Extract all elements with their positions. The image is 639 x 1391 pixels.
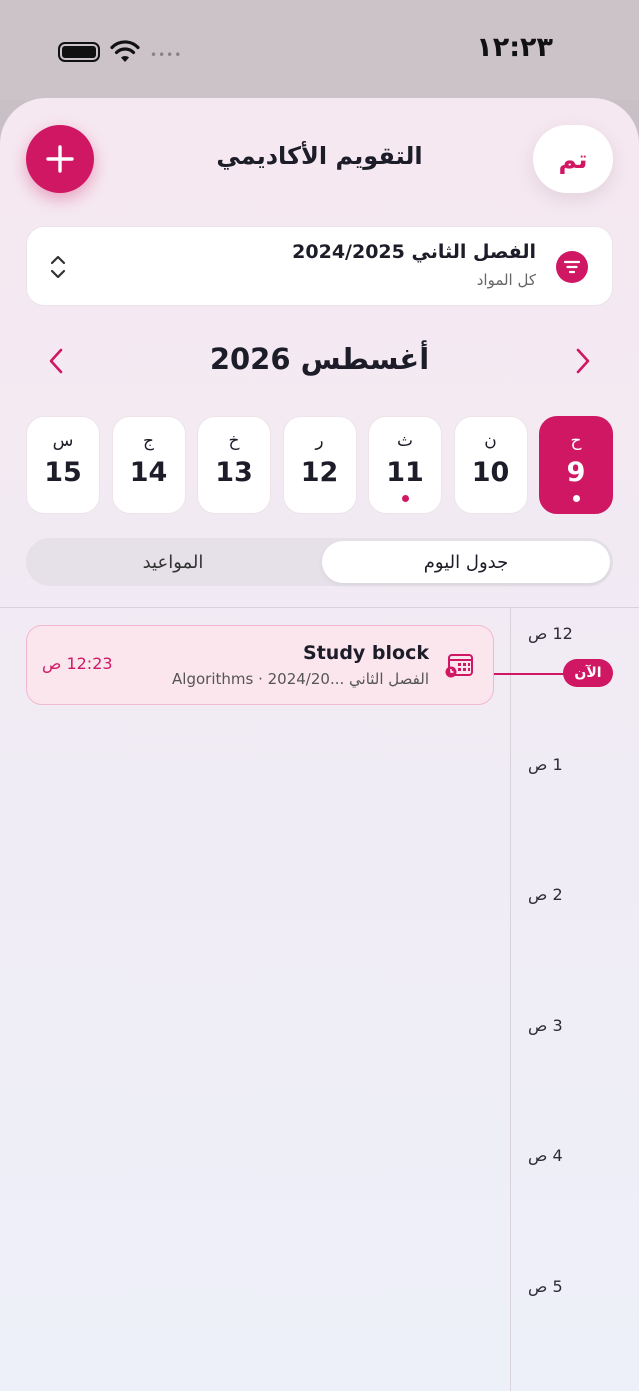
now-indicator-line	[494, 673, 568, 675]
hour-label: 12 ص	[528, 624, 573, 643]
day-number: 9	[566, 457, 586, 488]
timeline-hour-divider	[510, 607, 511, 1391]
day-name: س	[52, 431, 74, 451]
day-name: ث	[396, 431, 413, 451]
hour-label: 1 ص	[528, 754, 563, 774]
hour-label: 3 ص	[528, 1015, 563, 1035]
battery-icon	[58, 42, 100, 62]
day-name: ح	[570, 431, 582, 451]
now-badge: الآن	[563, 659, 613, 687]
semester-picker[interactable]: الفصل الثاني 2024/2025 كل المواد	[26, 226, 613, 306]
event-dot	[402, 495, 409, 502]
cellular-signal-icon: ••••	[150, 48, 183, 62]
day-cell-12[interactable]: ر 12	[282, 416, 357, 514]
hour-label: 5 ص	[528, 1276, 563, 1296]
status-bar: •••• ١٢:٢٣	[0, 0, 639, 100]
month-title: أغسطس 2026	[209, 342, 430, 376]
calendar-sheet: التقويم الأكاديمي تم الفصل الثاني 2024/2…	[0, 98, 639, 1391]
day-number: 14	[129, 457, 168, 488]
day-number: 12	[300, 457, 339, 488]
day-number: 13	[215, 457, 253, 488]
day-name: ر	[315, 431, 324, 451]
day-name: خ	[228, 431, 240, 451]
week-strip: ح 9 ن 10 ث 11 ر 12 خ 13 ج 14 س 15	[26, 416, 613, 514]
day-number: 10	[471, 457, 510, 488]
event-time: 12:23 ص	[42, 654, 113, 673]
timeline-top-divider	[0, 607, 639, 608]
day-cell-15[interactable]: س 15	[26, 416, 100, 514]
semester-subtitle: كل المواد	[476, 271, 536, 289]
day-cell-11[interactable]: ث 11	[368, 416, 442, 514]
calendar-clock-icon	[445, 654, 473, 678]
chevron-up-down-icon	[50, 255, 66, 279]
event-dot	[573, 495, 580, 502]
event-card-study-block[interactable]: Study block الفصل الثاني ...2024/20 · Al…	[26, 625, 494, 705]
tab-today-schedule[interactable]: جدول اليوم	[322, 541, 610, 583]
day-cell-14[interactable]: ج 14	[111, 416, 186, 514]
done-button[interactable]: تم	[533, 125, 613, 193]
day-number: 11	[386, 457, 424, 488]
day-cell-9[interactable]: ح9	[539, 416, 613, 514]
day-name: ج	[143, 431, 154, 451]
view-segmented-control: المواعيد جدول اليوم	[26, 538, 613, 586]
semester-title: الفصل الثاني 2024/2025	[292, 241, 536, 263]
chevron-right-icon[interactable]	[573, 346, 593, 376]
day-cell-10[interactable]: ن 10	[453, 416, 528, 514]
filter-icon	[556, 251, 588, 283]
day-name: ن	[484, 431, 497, 451]
event-subtitle: الفصل الثاني ...2024/20 · Algorithms	[172, 670, 429, 688]
event-title: Study block	[303, 642, 429, 664]
tab-appointments[interactable]: المواعيد	[29, 541, 317, 583]
status-time: ١٢:٢٣	[476, 32, 553, 63]
hour-label: 2 ص	[528, 885, 563, 904]
wifi-icon	[110, 40, 140, 62]
day-cell-13[interactable]: خ 13	[197, 416, 271, 514]
day-number: 15	[44, 457, 82, 488]
hour-label: 4 ص	[528, 1146, 563, 1165]
